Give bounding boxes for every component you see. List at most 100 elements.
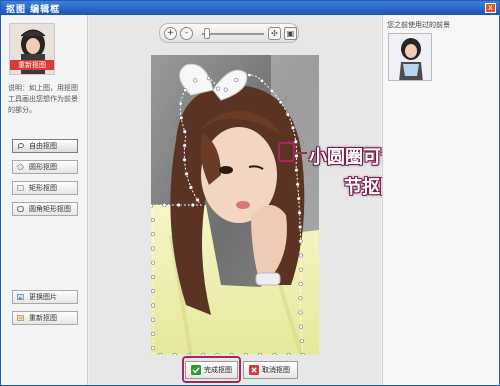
selection-handle[interactable]: [151, 331, 156, 337]
cancel-cutout-button[interactable]: 取消抠图: [243, 361, 298, 379]
change-image-button[interactable]: 更换图片: [12, 290, 78, 304]
selection-handle[interactable]: [223, 87, 228, 92]
selection-handle[interactable]: [206, 76, 211, 81]
previous-foreground-image: [389, 34, 431, 80]
tool-label: 圆角矩形抠图: [29, 205, 71, 213]
selection-handle[interactable]: [295, 182, 300, 187]
selection-handle[interactable]: [298, 324, 303, 329]
selection-handle[interactable]: [258, 352, 263, 355]
finish-cutout-button[interactable]: 完成抠图: [185, 361, 238, 379]
tool-label: 矩形抠图: [29, 184, 57, 192]
tool-label: 圆形抠图: [29, 163, 57, 171]
selection-handle[interactable]: [298, 310, 303, 315]
selection-handle[interactable]: [294, 153, 299, 158]
selection-handle[interactable]: [179, 115, 184, 120]
selection-handle[interactable]: [183, 88, 188, 93]
selection-handle[interactable]: [162, 202, 167, 208]
selection-handle[interactable]: [186, 352, 191, 355]
zoom-slider-thumb[interactable]: [203, 28, 210, 39]
redo-cutout-button[interactable]: 重新抠图: [12, 311, 78, 325]
tool-circle-cutout-button[interactable]: 圆形抠图: [12, 160, 78, 174]
selection-handle[interactable]: [298, 239, 303, 244]
selection-handle[interactable]: [151, 289, 156, 294]
fit-screen-icon[interactable]: ✣: [268, 27, 281, 40]
selection-handle[interactable]: [193, 78, 198, 83]
selection-handle[interactable]: [290, 125, 295, 130]
selection-handle[interactable]: [269, 88, 275, 93]
zoom-out-icon[interactable]: -: [180, 27, 193, 40]
selection-handle[interactable]: [300, 352, 305, 355]
actual-size-icon[interactable]: ▣: [284, 27, 297, 40]
selection-handle[interactable]: [151, 317, 156, 322]
selection-handle[interactable]: [151, 346, 156, 351]
left-tool-panel: 重新抠图 说明：如上图，用抠图工具画出您想作为前景的部分。 自由抠图 圆形抠图 …: [2, 15, 88, 385]
portrait-photo: [151, 55, 319, 355]
selection-handle[interactable]: [285, 112, 290, 117]
selection-handle[interactable]: [182, 157, 187, 162]
title-bar[interactable]: 抠图 编辑框 x: [1, 1, 499, 15]
current-image-thumbnail[interactable]: 重新抠图: [9, 23, 55, 75]
selection-handle[interactable]: [299, 338, 304, 343]
previous-foreground-thumbnail[interactable]: [388, 33, 432, 81]
selection-handle[interactable]: [297, 210, 302, 215]
finish-cutout-label: 完成抠图: [204, 366, 232, 374]
handle-callout-box: [278, 142, 295, 162]
selection-handle[interactable]: [158, 352, 163, 355]
action-label: 更换图片: [29, 293, 57, 301]
selection-handle[interactable]: [151, 260, 156, 265]
selection-handle[interactable]: [188, 185, 193, 190]
tool-free-cutout-button[interactable]: 自由抠图: [12, 139, 78, 153]
checkmark-icon: [191, 365, 201, 375]
rounded-rect-select-icon: [17, 206, 24, 212]
selection-handle[interactable]: [190, 202, 195, 208]
selection-handle[interactable]: [182, 129, 187, 134]
rect-select-icon: [17, 185, 24, 191]
selection-handle[interactable]: [151, 303, 156, 308]
zoom-toolbar: + - ✣ ▣: [159, 23, 299, 43]
selection-handle[interactable]: [278, 100, 283, 105]
change-image-icon: [17, 294, 24, 300]
selection-handle[interactable]: [151, 232, 156, 237]
selection-handle[interactable]: [184, 171, 189, 176]
instruction-text: 说明：如上图，用抠图工具画出您想作为前景的部分。: [8, 84, 78, 114]
selection-handle[interactable]: [215, 352, 220, 355]
selection-handle[interactable]: [172, 352, 177, 355]
selection-handle[interactable]: [229, 352, 234, 355]
tool-rounded-rect-cutout-button[interactable]: 圆角矩形抠图: [12, 202, 78, 216]
selection-handle[interactable]: [151, 246, 156, 251]
selection-handle[interactable]: [298, 267, 304, 272]
selection-handle[interactable]: [151, 217, 156, 223]
selection-handle[interactable]: [298, 224, 303, 230]
selection-handle[interactable]: [176, 202, 181, 208]
selection-handle[interactable]: [216, 86, 221, 91]
editing-canvas-area: + - ✣ ▣ 小圆圈可调 完成抠图 取消抠图: [89, 15, 434, 385]
selection-handle[interactable]: [247, 72, 252, 78]
selection-handle[interactable]: [195, 197, 200, 203]
zoom-slider-track[interactable]: [202, 33, 264, 35]
photo-canvas[interactable]: [151, 55, 319, 355]
selection-handle[interactable]: [178, 101, 183, 106]
selection-handle[interactable]: [234, 78, 239, 83]
selection-handle[interactable]: [151, 274, 156, 280]
selection-handle[interactable]: [298, 281, 303, 287]
cutout-editor-window: 抠图 编辑框 x 重新抠图 说明：如上图，用抠图工具画出您想作为前景的部分。 自…: [0, 0, 500, 386]
lasso-icon: [17, 143, 24, 149]
selection-handle[interactable]: [296, 196, 301, 201]
action-label: 重新抠图: [29, 314, 57, 322]
redo-cutout-icon: [17, 315, 24, 321]
selection-handle[interactable]: [294, 168, 299, 173]
close-button[interactable]: x: [485, 3, 496, 13]
zoom-in-icon[interactable]: +: [164, 27, 177, 40]
selection-handle[interactable]: [298, 253, 303, 258]
selection-handle[interactable]: [286, 352, 291, 355]
selection-handle[interactable]: [259, 78, 265, 83]
window-title: 抠图 编辑框: [6, 5, 61, 15]
selection-handle[interactable]: [298, 296, 303, 301]
selection-handle[interactable]: [243, 352, 248, 355]
selection-handle[interactable]: [182, 143, 187, 148]
selection-handle[interactable]: [151, 203, 154, 208]
tool-rect-cutout-button[interactable]: 矩形抠图: [12, 181, 78, 195]
selection-handle[interactable]: [272, 352, 277, 355]
history-title: 您之前使用过的前景: [387, 21, 450, 29]
selection-handle[interactable]: [201, 352, 206, 355]
